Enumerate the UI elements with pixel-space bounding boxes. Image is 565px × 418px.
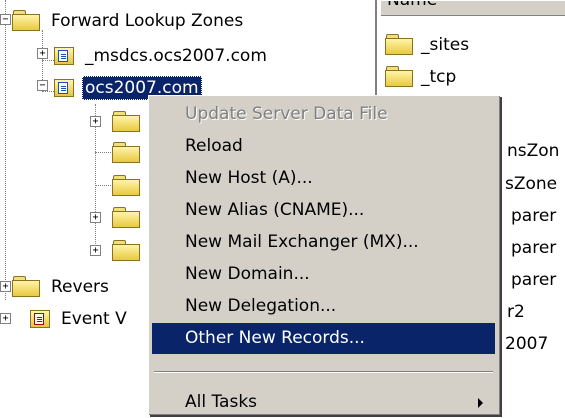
- submenu-arrow-icon: [478, 398, 483, 408]
- folder-icon: [112, 142, 142, 164]
- tree-connector: [5, 0, 6, 300]
- folder-icon: [112, 207, 142, 229]
- column-header-name[interactable]: Name: [381, 0, 565, 16]
- expand-toggle[interactable]: +: [90, 116, 101, 127]
- tree-node-child-folder[interactable]: [112, 173, 148, 199]
- tree-node-child-folder[interactable]: [112, 109, 148, 135]
- tree-node-child-folder[interactable]: [112, 238, 148, 264]
- menu-separator: [154, 371, 493, 373]
- menu-item-other-new-records[interactable]: Other New Records...: [152, 323, 495, 354]
- folder-icon: [112, 240, 142, 262]
- menu-item-new-mail-exchanger[interactable]: New Mail Exchanger (MX)...: [152, 227, 495, 258]
- dns-zone-icon: [54, 77, 76, 99]
- expand-toggle[interactable]: +: [0, 313, 11, 324]
- folder-icon: [12, 10, 42, 32]
- event-viewer-icon: [30, 308, 52, 330]
- tree-node-label: _msdcs.ocs2007.com: [85, 46, 267, 66]
- menu-item-reload[interactable]: Reload: [152, 131, 495, 162]
- list-item-text-fragment: nsZon: [507, 141, 560, 161]
- tree-node-child-folder[interactable]: [112, 140, 148, 166]
- folder-icon: [112, 111, 142, 133]
- list-item-text-fragment: parer: [511, 238, 557, 258]
- tree-node-label: Event V: [61, 309, 127, 329]
- tree-connector: [42, 91, 54, 92]
- menu-item-all-tasks[interactable]: All Tasks: [152, 387, 495, 418]
- expand-toggle[interactable]: +: [0, 281, 11, 292]
- list-item-text-fragment: r2: [507, 302, 525, 322]
- tree-node-msdcs-zone[interactable]: _msdcs.ocs2007.com: [54, 43, 270, 69]
- collapse-toggle[interactable]: −: [37, 80, 48, 91]
- expand-toggle[interactable]: +: [37, 48, 48, 59]
- list-item[interactable]: _tcp: [385, 65, 456, 89]
- tree-node-label: Revers: [51, 277, 109, 297]
- folder-icon: [112, 175, 142, 197]
- folder-icon: [385, 66, 415, 88]
- column-header-label: Name: [387, 0, 438, 10]
- expand-toggle[interactable]: +: [90, 245, 101, 256]
- menu-item-update-server-data-file[interactable]: Update Server Data File: [152, 99, 495, 130]
- menu-item-new-delegation[interactable]: New Delegation...: [152, 291, 495, 322]
- list-item-label: _sites: [421, 35, 470, 55]
- tree-node-label: Forward Lookup Zones: [51, 11, 244, 31]
- folder-icon: [12, 276, 42, 298]
- list-item-text-fragment: parer: [511, 270, 557, 290]
- collapse-toggle[interactable]: −: [0, 14, 11, 25]
- menu-item-new-host[interactable]: New Host (A)...: [152, 163, 495, 194]
- expand-toggle[interactable]: +: [90, 212, 101, 223]
- tree-node-forward-lookup-zones[interactable]: Forward Lookup Zones: [12, 8, 246, 34]
- context-menu[interactable]: Update Server Data File Reload New Host …: [148, 95, 500, 415]
- list-item-text-fragment: parer: [511, 206, 557, 226]
- dns-zone-icon: [54, 45, 76, 67]
- list-item-label: _tcp: [421, 67, 457, 87]
- list-item[interactable]: _sites: [385, 33, 469, 57]
- tree-node-child-folder[interactable]: [112, 205, 148, 231]
- list-item-text-fragment: 2007: [505, 334, 549, 354]
- tree-node-event-viewer[interactable]: Event V: [30, 306, 130, 332]
- tree-node-reverse-lookup-zones[interactable]: Revers: [12, 274, 112, 300]
- menu-item-new-alias[interactable]: New Alias (CNAME)...: [152, 195, 495, 226]
- menu-item-new-domain[interactable]: New Domain...: [152, 259, 495, 290]
- folder-icon: [385, 34, 415, 56]
- menu-item-label: All Tasks: [185, 392, 258, 412]
- tree-connector: [42, 60, 54, 61]
- list-item-text-fragment: sZone: [505, 174, 558, 194]
